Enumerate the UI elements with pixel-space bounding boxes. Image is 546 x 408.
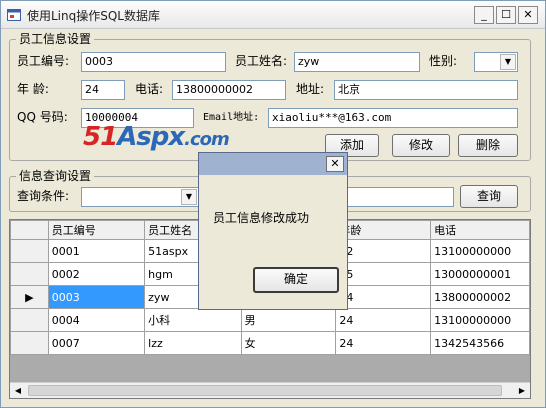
address-input[interactable]: 北京 [334,80,518,100]
gender-combo[interactable]: ▼ [474,52,518,72]
query-condition-label: 查询条件: [17,189,70,203]
table-row[interactable]: 0004 小科 男 24 13100000000 [10,308,530,332]
row-header-corner [10,220,49,240]
window-title: 使用Linq操作SQL数据库 [27,9,160,23]
emp-name-input[interactable]: zyw [294,52,420,72]
table-cell[interactable]: 0001 [47,239,146,263]
table-cell[interactable]: 24 [335,331,432,355]
row-header[interactable] [10,308,49,332]
table-cell[interactable]: lzz [144,331,242,355]
minimize-button[interactable]: _ [474,6,494,24]
email-input[interactable]: xiaoliu***@163.com [268,108,518,128]
table-cell[interactable]: 0007 [47,331,146,355]
gender-label: 性别: [429,54,458,68]
maximize-button[interactable]: ☐ [496,6,516,24]
dialog-close-button[interactable]: ✕ [326,156,344,172]
table-cell[interactable]: 32 [335,239,432,263]
table-cell[interactable]: 24 [335,308,432,332]
title-bar[interactable]: 使用Linq操作SQL数据库 _ ☐ ✕ [1,1,545,29]
message-dialog: ✕ 员工信息修改成功 确定 [198,152,348,310]
column-header-phone[interactable]: 电话 [430,220,530,240]
phone-input[interactable]: 13800000002 [172,80,286,100]
scroll-right-icon[interactable]: ▶ [514,383,530,398]
table-cell[interactable]: 13800000002 [430,285,530,309]
table-cell[interactable]: 13000000001 [430,262,530,286]
dialog-ok-button[interactable]: 确定 [253,267,339,293]
row-header[interactable] [10,331,49,355]
table-cell[interactable]: 男 [240,308,337,332]
scrollbar-thumb[interactable] [28,385,502,396]
query-group-title: 信息查询设置 [16,168,95,184]
main-window: 使用Linq操作SQL数据库 _ ☐ ✕ 员工信息设置 员工编号: 0003 员… [0,0,546,408]
dialog-message: 员工信息修改成功 [213,211,310,225]
table-cell[interactable]: 0002 [47,262,146,286]
table-cell[interactable]: 13100000000 [430,308,530,332]
column-header-emp-id[interactable]: 员工编号 [47,220,146,240]
table-cell-selected[interactable]: 0003 [47,285,146,309]
site-watermark-logo: 51Aspx.com [83,122,230,152]
phone-label: 电话: [135,82,164,96]
query-button[interactable]: 查询 [460,185,518,208]
emp-name-label: 员工姓名: [235,54,288,68]
horizontal-scrollbar[interactable]: ◀ ▶ [10,382,530,398]
query-value-input[interactable] [346,187,454,207]
query-condition-combo[interactable]: ▼ [81,187,199,207]
dialog-title-bar[interactable]: ✕ [199,153,347,175]
close-button[interactable]: ✕ [518,6,538,24]
row-header[interactable] [10,239,49,263]
age-label: 年 龄: [17,82,49,96]
age-input[interactable]: 24 [81,80,125,100]
chevron-down-icon[interactable]: ▼ [500,54,516,70]
row-header[interactable] [10,262,49,286]
table-cell[interactable]: 小科 [144,308,242,332]
column-header-age[interactable]: 年龄 [335,220,432,240]
table-cell[interactable]: 24 [335,285,432,309]
table-cell[interactable]: 1342543566 [430,331,530,355]
table-cell[interactable]: 女 [240,331,337,355]
qq-label: QQ 号码: [17,110,68,124]
emp-id-label: 员工编号: [17,54,70,68]
table-cell[interactable]: 0004 [47,308,146,332]
address-label: 地址: [296,82,325,96]
employee-info-group-title: 员工信息设置 [16,31,95,47]
chevron-down-icon[interactable]: ▼ [181,189,197,205]
emp-id-input[interactable]: 0003 [81,52,226,72]
edit-button[interactable]: 修改 [392,134,450,157]
table-cell[interactable]: 13100000000 [430,239,530,263]
delete-button[interactable]: 删除 [458,134,518,157]
app-window-icon [7,9,21,21]
table-row[interactable]: 0007 lzz 女 24 1342543566 [10,331,530,355]
current-row-marker-icon[interactable]: ▶ [10,285,49,309]
table-cell[interactable]: 25 [335,262,432,286]
scroll-left-icon[interactable]: ◀ [10,383,26,398]
